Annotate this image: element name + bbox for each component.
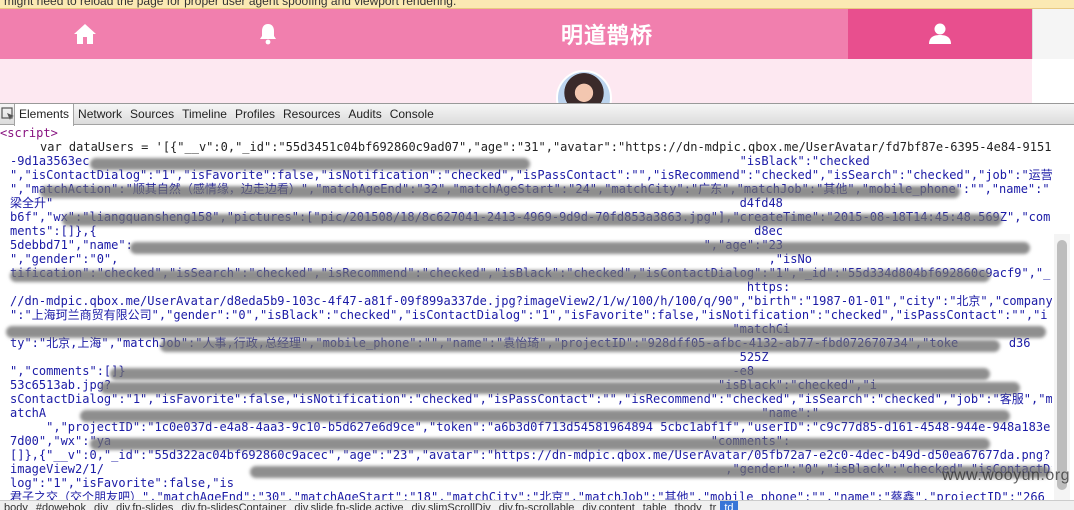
- breadcrumb-item[interactable]: div.fp-slides: [112, 501, 177, 510]
- breadcrumb-item[interactable]: div.content: [578, 501, 638, 510]
- inspect-element-icon[interactable]: [1, 107, 15, 121]
- code-line: ":"上海珂兰商贸有限公司","gender":"0","isBlack":"c…: [10, 308, 1048, 322]
- nav-profile-button[interactable]: [848, 9, 1032, 59]
- redaction-blur: [130, 242, 1030, 254]
- breadcrumb-item[interactable]: body: [0, 501, 32, 510]
- breadcrumb-item[interactable]: tbody: [671, 501, 706, 510]
- redaction-blur: [160, 340, 1000, 352]
- app-nav-bar: 明道鹊桥: [0, 9, 1074, 59]
- script-tag: <script>: [0, 126, 58, 140]
- redaction-blur: [40, 186, 960, 198]
- browser-warning-bar: might need to reload the page for proper…: [0, 0, 1074, 9]
- page-scrollbar-top[interactable]: [1032, 9, 1074, 59]
- redaction-blur: [90, 438, 990, 450]
- breadcrumb-item[interactable]: div.fp-slidesContainer: [177, 501, 290, 510]
- browser-warning-text: might need to reload the page for proper…: [4, 0, 457, 8]
- breadcrumb-item[interactable]: div.slide.fp-slide.active: [290, 501, 407, 510]
- code-scrollbar[interactable]: [1054, 234, 1070, 504]
- watermark: www.wooyun.org: [942, 467, 1070, 484]
- app-title: 明道鹊桥: [560, 24, 653, 49]
- code-line: 梁全升" d4fd48: [10, 196, 783, 210]
- code-line: https:: [10, 280, 791, 294]
- redaction-blur: [6, 326, 1046, 338]
- code-line: ","isContactDialog":"1","isFavorite":fal…: [10, 168, 1052, 182]
- home-icon: [74, 24, 96, 44]
- breadcrumb-item[interactable]: div.fp-scrollable: [495, 501, 579, 510]
- devtools-toolbar: Elements Network Sources Timeline Profiles Re…: [0, 104, 1074, 126]
- devtools-tabs: Elements Network Sources Timeline Profiles Re…: [14, 104, 438, 126]
- breadcrumb-item[interactable]: td: [720, 501, 738, 510]
- code-line: ","projectID":"1c0e037d-e4a8-4aa3-9c10-b…: [10, 420, 1051, 434]
- user-icon: [929, 23, 951, 44]
- code-line: sContactDialog":"1","isFavorite":false,"…: [10, 392, 1052, 406]
- devtools-panel: Elements Network Sources Timeline Profiles Re…: [0, 103, 1074, 510]
- breadcrumb-item[interactable]: div.slimScrollDiv: [408, 501, 495, 510]
- devtools-tab-sources[interactable]: Sources: [126, 104, 178, 125]
- devtools-tab-network[interactable]: Network: [74, 104, 126, 125]
- devtools-tab-audits[interactable]: Audits: [344, 104, 385, 125]
- bell-icon: [260, 24, 276, 45]
- redaction-blur: [250, 466, 1050, 478]
- code-line: var dataUsers = '[{"__v":0,"_id":"55d345…: [40, 140, 1052, 154]
- breadcrumb-item[interactable]: div: [90, 501, 112, 510]
- breadcrumb-item[interactable]: table: [639, 501, 671, 510]
- redaction-blur: [10, 270, 990, 282]
- code-scrollbar-thumb[interactable]: [1057, 240, 1067, 490]
- code-line: 525Z: [10, 350, 769, 364]
- redaction-blur: [100, 382, 1020, 394]
- profile-header: [0, 59, 1032, 103]
- code-line: []},{"__v":0,"_id":"55d322ac04bf692860c9…: [10, 448, 1051, 462]
- redaction-blur: [90, 158, 530, 170]
- code-line: ments":[]},{ d8ec: [10, 224, 784, 238]
- code-line: 君子之交（交个朋友吧）","matchAgeEnd":"30","matchAg…: [10, 490, 1045, 500]
- redaction-blur: [110, 368, 990, 380]
- devtools-tab-elements[interactable]: Elements: [14, 104, 75, 126]
- code-line: //dn-mdpic.qbox.me/UserAvatar/d8eda5b9-1…: [10, 294, 1052, 308]
- code-line: log":"1","isFavorite":false,"is: [10, 476, 856, 490]
- nav-notifications-button[interactable]: [170, 9, 366, 59]
- devtools-tab-timeline[interactable]: Timeline: [178, 104, 231, 125]
- devtools-tab-profiles[interactable]: Profiles: [231, 104, 279, 125]
- devtools-tab-console[interactable]: Console: [386, 104, 438, 125]
- breadcrumb-item[interactable]: tr: [706, 501, 721, 510]
- nav-home-button[interactable]: [0, 9, 170, 59]
- redaction-blur: [80, 410, 1010, 422]
- code-line: ","gender":"0", ,"isNo: [10, 252, 812, 266]
- dom-breadcrumb: body #dowebok div div.fp-slides div.fp-slide…: [0, 500, 1074, 510]
- breadcrumb-item[interactable]: #dowebok: [32, 501, 90, 510]
- devtools-tab-resources[interactable]: Resources: [279, 104, 344, 125]
- redaction-blur: [62, 214, 1002, 226]
